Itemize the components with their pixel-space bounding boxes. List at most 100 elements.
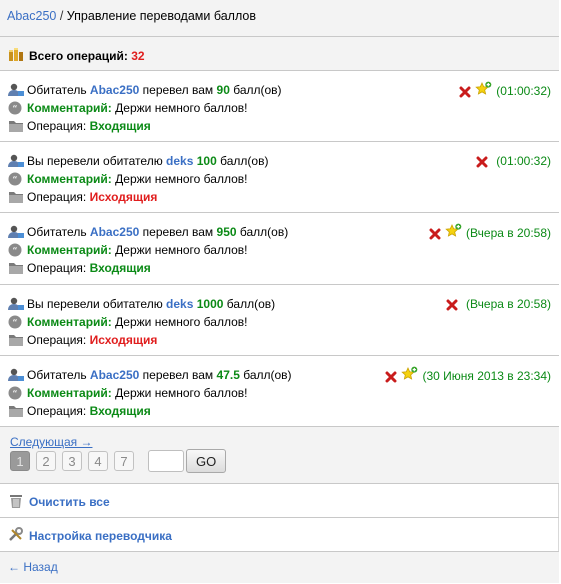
transfer-amount: 90: [216, 83, 230, 97]
transfer-prefix: Обитатель: [27, 225, 87, 239]
star-add-icon[interactable]: [475, 81, 492, 103]
transfer-middle: перевел вам: [142, 225, 214, 239]
operation-actions: (01:00:32): [459, 81, 551, 99]
page: Abac250 / Управление переводами баллов В…: [0, 0, 559, 583]
user-link[interactable]: Abac250: [90, 368, 139, 382]
operation-time: (Вчера в 20:58): [466, 226, 551, 240]
person-icon: [8, 154, 24, 168]
folder-icon: [8, 119, 24, 133]
operation-type-line: Операция: Исходящия: [8, 332, 157, 348]
svg-text:“: “: [12, 104, 17, 115]
transfer-suffix: балл(ов): [239, 225, 289, 239]
transfer-suffix: балл(ов): [220, 154, 269, 168]
operation-item: Обитатель Abac250 перевел вам 47.5 балл(…: [0, 356, 559, 427]
page-number-input[interactable]: [148, 450, 184, 472]
folder-icon: [8, 404, 24, 418]
total-count: 32: [131, 49, 145, 63]
delete-icon[interactable]: [459, 85, 471, 103]
transfer-line: Обитатель Abac250 перевел вам 90 балл(ов…: [8, 82, 282, 98]
operation-item: Вы перевели обитателю deks 1000 балл(ов)…: [0, 285, 559, 356]
operation-type: Входящия: [89, 261, 151, 275]
trash-icon: [8, 493, 24, 512]
folder-icon: [8, 190, 24, 204]
transfer-amount: 47.5: [216, 368, 240, 382]
page-button-2[interactable]: 2: [36, 451, 56, 471]
transfer-middle: перевел вам: [142, 83, 214, 97]
page-button-1[interactable]: 1: [10, 451, 30, 471]
breadcrumb-user-link[interactable]: Abac250: [7, 9, 56, 23]
operation-item: Обитатель Abac250 перевел вам 90 балл(ов…: [0, 71, 559, 142]
operation-type: Входящия: [89, 404, 151, 418]
operation-label: Операция:: [27, 261, 87, 275]
operation-type: Исходящия: [89, 333, 158, 347]
transfer-suffix: балл(ов): [226, 297, 276, 311]
page-title: Управление переводами баллов: [66, 9, 256, 23]
svg-text:“: “: [12, 175, 17, 186]
operation-time: (Вчера в 20:58): [466, 297, 551, 311]
operation-type-line: Операция: Входящия: [8, 118, 151, 134]
operation-type-line: Операция: Исходящия: [8, 189, 157, 205]
comment-text: Держи немного баллов!: [115, 101, 248, 115]
operation-item: Обитатель Abac250 перевел вам 950 балл(о…: [0, 213, 559, 285]
coins-icon: [8, 47, 24, 66]
person-icon: [8, 225, 24, 239]
back-link[interactable]: ← Назад: [8, 560, 58, 574]
person-icon: [8, 297, 24, 311]
back-bar: ← Назад: [0, 552, 559, 583]
transfer-amount: 1000: [196, 297, 224, 311]
comment-label: Комментарий:: [27, 172, 112, 186]
next-page-link[interactable]: Следующая →: [10, 435, 92, 449]
tools-icon: [8, 527, 24, 546]
comment-line: “ Комментарий: Держи немного баллов!: [8, 100, 247, 116]
delete-icon[interactable]: [385, 370, 397, 388]
operation-actions: (Вчера в 20:58): [446, 295, 551, 313]
delete-icon[interactable]: [446, 298, 458, 316]
star-add-icon[interactable]: [445, 223, 462, 245]
operation-time: (01:00:32): [496, 154, 551, 168]
transfer-line: Вы перевели обитателю deks 1000 балл(ов): [8, 296, 275, 312]
comment-line: “ Комментарий: Держи немного баллов!: [8, 242, 247, 258]
svg-text:“: “: [12, 246, 17, 257]
quote-icon: “: [8, 386, 24, 400]
user-link[interactable]: deks: [166, 154, 193, 168]
operation-time: (01:00:32): [496, 84, 551, 98]
page-buttons: 1 2 3 4 7 GO: [10, 449, 227, 473]
clear-all-link[interactable]: Очистить все: [29, 495, 110, 509]
operation-type: Входящия: [89, 119, 151, 133]
transfer-line: Обитатель Abac250 перевел вам 47.5 балл(…: [8, 367, 292, 383]
comment-line: “ Комментарий: Держи немного баллов!: [8, 314, 247, 330]
folder-icon: [8, 261, 24, 275]
clear-all-item: Очистить все: [0, 484, 559, 518]
transfer-middle: перевел вам: [142, 368, 214, 382]
transfer-amount: 950: [216, 225, 237, 239]
delete-icon[interactable]: [429, 227, 441, 245]
comment-text: Держи немного баллов!: [115, 386, 248, 400]
operation-label: Операция:: [27, 190, 87, 204]
person-icon: [8, 83, 24, 97]
transfer-prefix: Обитатель: [27, 368, 87, 382]
go-button[interactable]: GO: [186, 449, 227, 473]
settings-item: Настройка переводчика: [0, 518, 559, 552]
page-button-3[interactable]: 3: [62, 451, 82, 471]
transfer-line: Вы перевели обитателю deks 100 балл(ов): [8, 153, 268, 169]
comment-label: Комментарий:: [27, 101, 112, 115]
page-button-4[interactable]: 4: [88, 451, 108, 471]
user-link[interactable]: Abac250: [90, 225, 139, 239]
operation-type: Исходящия: [89, 190, 158, 204]
delete-icon[interactable]: [476, 155, 488, 173]
settings-link[interactable]: Настройка переводчика: [29, 529, 172, 543]
person-icon: [8, 368, 24, 382]
star-add-icon[interactable]: [401, 366, 418, 388]
operation-type-line: Операция: Входящия: [8, 260, 151, 276]
comment-text: Держи немного баллов!: [115, 315, 248, 329]
operation-label: Операция:: [27, 119, 87, 133]
operation-item: Вы перевели обитателю deks 100 балл(ов) “…: [0, 142, 559, 213]
page-button-7[interactable]: 7: [114, 451, 134, 471]
user-link[interactable]: Abac250: [90, 83, 139, 97]
user-link[interactable]: deks: [166, 297, 193, 311]
quote-icon: “: [8, 101, 24, 115]
quote-icon: “: [8, 243, 24, 257]
operation-actions: (30 Июня 2013 в 23:34): [385, 366, 551, 384]
comment-label: Комментарий:: [27, 386, 112, 400]
comment-line: “ Комментарий: Держи немного баллов!: [8, 385, 247, 401]
